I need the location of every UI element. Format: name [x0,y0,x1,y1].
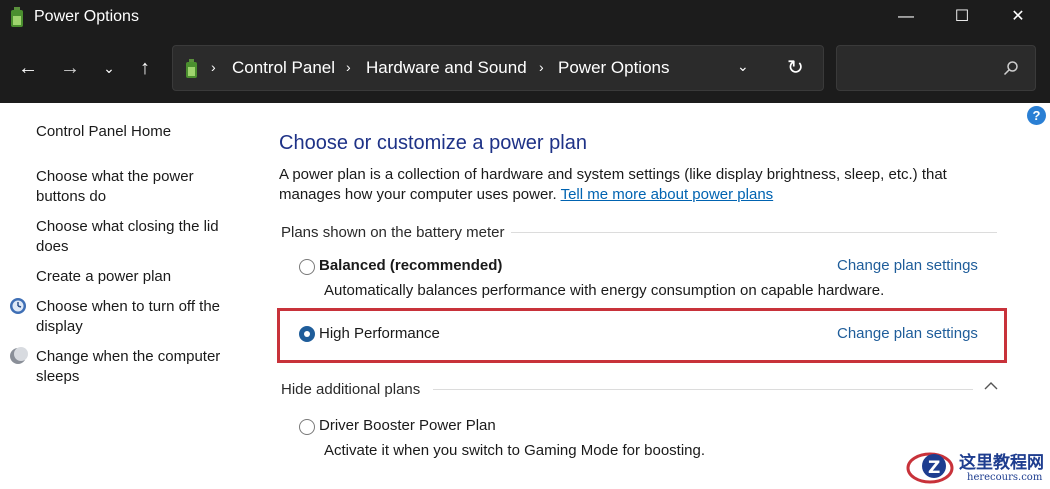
change-plan-settings-link[interactable]: Change plan settings [837,257,978,274]
breadcrumb-control-panel[interactable]: Control Panel [232,58,335,78]
plan-description-balanced: Automatically balances performance with … [324,282,885,299]
display-icon [10,298,26,314]
hide-additional-plans-heading[interactable]: Hide additional plans [281,381,420,398]
high-performance-radio[interactable] [299,326,315,342]
help-icon[interactable]: ? [1027,106,1046,125]
chevron-up-icon[interactable] [983,378,999,394]
title-bar: Power Options — ☐ ✕ [0,0,1050,36]
breadcrumb-power-options[interactable]: Power Options [558,58,670,78]
sidebar-item-computer-sleeps[interactable]: Change when the computer sleeps [36,347,236,387]
sidebar-item-closing-lid[interactable]: Choose what closing the lid does [36,217,226,257]
battery-icon [11,7,23,27]
search-input[interactable] [836,45,1036,91]
watermark-subtext: herecours.com [967,472,1043,483]
sidebar-item-turn-off-display[interactable]: Choose when to turn off the display [36,297,236,337]
plan-name-high-performance[interactable]: High Performance [319,325,440,342]
balanced-radio[interactable] [299,259,315,275]
sidebar-item-create-plan[interactable]: Create a power plan [36,267,236,287]
svg-text:Z: Z [928,458,940,478]
battery-icon [186,59,197,78]
search-icon [1003,61,1018,76]
breadcrumb-separator: › [346,59,351,75]
moon-icon [10,347,28,364]
sidebar-item-control-panel-home[interactable]: Control Panel Home [36,122,236,142]
breadcrumb-separator: › [539,59,544,75]
plan-name-driver-booster[interactable]: Driver Booster Power Plan [319,417,496,434]
address-dropdown-icon[interactable]: ⌄ [737,58,749,75]
minimize-button[interactable]: — [878,0,934,36]
refresh-icon[interactable]: ↻ [787,55,804,80]
plan-description-driver-booster: Activate it when you switch to Gaming Mo… [324,442,706,459]
breadcrumb-hardware-and-sound[interactable]: Hardware and Sound [366,58,527,78]
up-arrow-icon[interactable]: ↑ [131,54,159,82]
back-arrow-icon[interactable]: ← [14,54,42,82]
driver-booster-radio[interactable] [299,419,315,435]
close-button[interactable]: ✕ [990,0,1046,36]
window-title: Power Options [34,8,139,25]
page-title: Choose or customize a power plan [279,132,587,154]
divider [511,232,997,233]
breadcrumb-separator: › [211,59,216,75]
recent-locations-chevron-icon[interactable]: ⌄ [95,54,123,82]
sidebar-item-power-buttons[interactable]: Choose what the power buttons do [36,167,216,207]
maximize-button[interactable]: ☐ [934,0,990,36]
battery-plans-heading: Plans shown on the battery meter [281,224,505,241]
learn-more-link[interactable]: Tell me more about power plans [561,186,774,203]
forward-arrow-icon[interactable]: → [56,54,84,82]
watermark-text: 这里教程网 [959,453,1044,473]
divider [433,389,973,390]
address-bar[interactable]: › Control Panel › Hardware and Sound › P… [172,45,824,91]
plan-name-balanced[interactable]: Balanced (recommended) [319,257,502,274]
change-plan-settings-link[interactable]: Change plan settings [837,325,978,342]
page-description: A power plan is a collection of hardware… [279,165,979,205]
navigation-bar: ← → ⌄ ↑ › Control Panel › Hardware and S… [0,36,1050,103]
